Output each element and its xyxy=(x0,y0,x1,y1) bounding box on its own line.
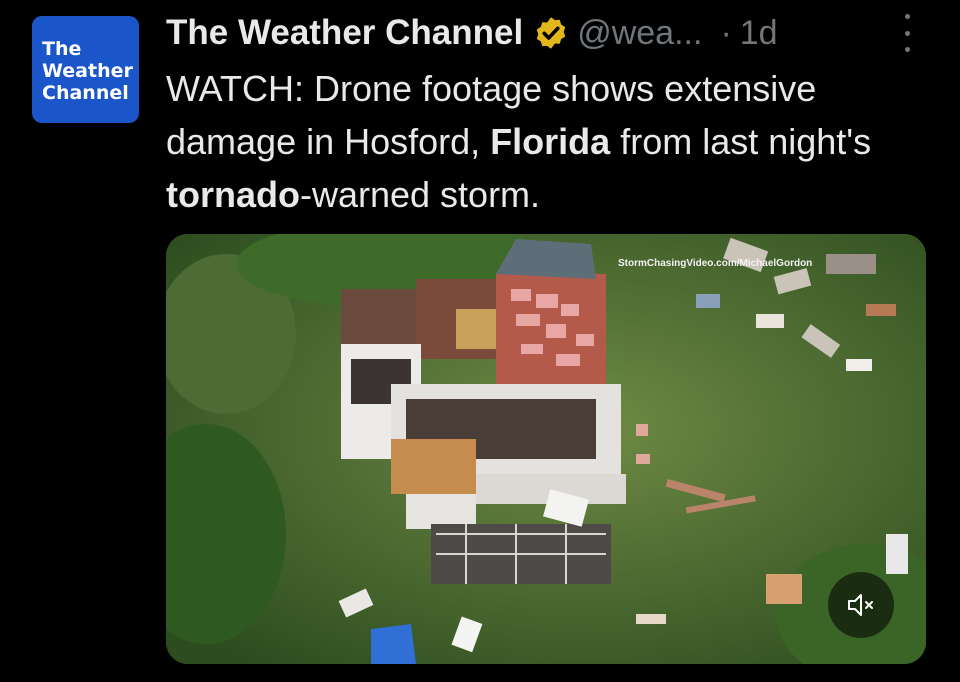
post-time[interactable]: 1d xyxy=(740,14,778,53)
video-player[interactable]: StormChasingVideo.com/MichaelGordon xyxy=(166,234,926,664)
more-icon[interactable] xyxy=(898,14,916,52)
more-dot xyxy=(904,14,910,19)
post-text-part: -warned storm. xyxy=(299,174,541,215)
post-header: The Weather Channel @wea... · 1d xyxy=(166,10,778,56)
author-name[interactable]: The Weather Channel xyxy=(166,13,523,53)
separator-dot: · xyxy=(720,13,732,52)
avatar-logo-line-1: The xyxy=(42,38,82,60)
hashtag-florida: Florida xyxy=(490,121,611,162)
author-handle[interactable]: @wea... xyxy=(577,14,702,53)
video-watermark: StormChasingVideo.com/MichaelGordon xyxy=(618,258,813,269)
hashtag-tornado: tornado xyxy=(166,174,300,215)
verified-badge-icon xyxy=(536,17,566,49)
more-dot xyxy=(904,30,910,36)
more-dot xyxy=(904,47,910,52)
avatar[interactable]: The Weather Channel xyxy=(32,16,139,123)
speaker-muted-icon xyxy=(848,594,873,616)
post-text-part: from last night's xyxy=(610,121,872,162)
post-text: WATCH: Drone footage shows extensive dam… xyxy=(166,62,926,221)
avatar-logo-line-3: Channel xyxy=(42,82,129,104)
avatar-logo-line-2: Weather xyxy=(42,60,133,82)
mute-button[interactable] xyxy=(828,572,894,638)
drone-footage-image xyxy=(166,234,926,664)
